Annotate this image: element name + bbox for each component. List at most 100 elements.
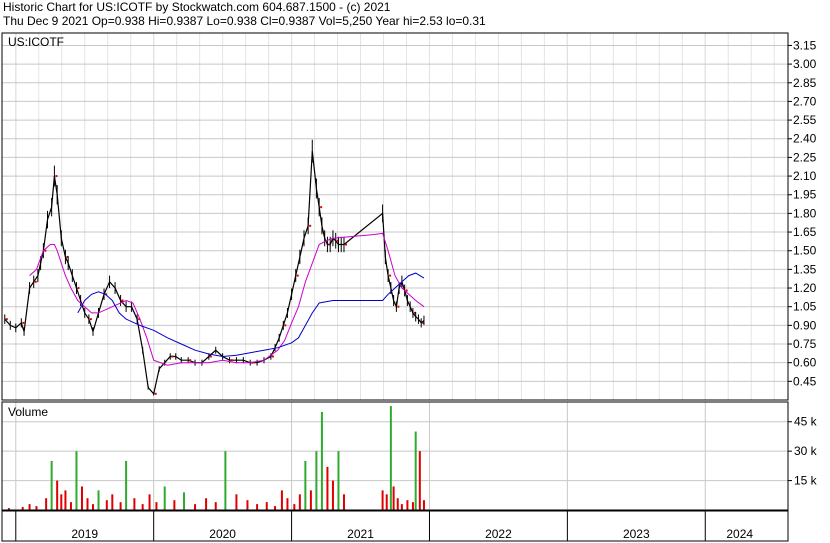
price-tick-label: 0.90 (793, 318, 817, 332)
volume-bar (309, 490, 312, 510)
volume-bar (35, 506, 38, 510)
year-tick-label: 2024 (726, 527, 753, 541)
volume-bar (342, 494, 345, 510)
volume-bar (64, 490, 67, 510)
price-tick-label: 3.15 (793, 38, 817, 52)
volume-bar (392, 486, 395, 510)
moving-average-short-line (29, 232, 425, 366)
volume-bar (320, 411, 323, 510)
volume-bar (337, 451, 340, 510)
date-axis-frame (1, 510, 789, 542)
price-close-dot (154, 392, 157, 395)
price-close-dot (22, 321, 25, 324)
price-close-dot (230, 359, 233, 362)
price-tick-label: 2.55 (793, 113, 817, 127)
price-close-dot (89, 318, 92, 321)
volume-bar (133, 498, 136, 510)
price-tick-label: 1.35 (793, 262, 817, 276)
volume-bar (274, 506, 277, 510)
volume-bar (173, 500, 176, 510)
price-close-dot (55, 175, 58, 178)
volume-bar (148, 494, 151, 510)
volume-bar (256, 504, 259, 510)
price-close-dot (296, 274, 299, 277)
volume-bar (265, 502, 268, 510)
price-tick-label: 1.50 (793, 244, 817, 258)
volume-bar (97, 490, 100, 510)
volume-bar (163, 486, 166, 510)
price-tick-label: 2.10 (793, 169, 817, 183)
price-tick-label: 0.75 (793, 337, 817, 351)
price-close-dot (34, 280, 37, 283)
volume-bar (304, 460, 307, 510)
volume-bar (280, 490, 283, 510)
stock-chart: 0.45 0.60 0.75 0.90 1.05 1.20 1.35 1.50 1.65 1.80… (1, 32, 818, 542)
volume-bar (60, 494, 63, 510)
volume-bar (111, 494, 114, 510)
price-close-dot (320, 206, 323, 209)
price-close-dot (271, 355, 274, 358)
volume-bar (406, 500, 409, 510)
volume-bar (45, 498, 48, 510)
price-close-dot (171, 355, 174, 358)
volume-bar (385, 494, 388, 510)
volume-bar (414, 431, 417, 510)
volume-tick-label: 15 k (794, 474, 818, 488)
volume-bar (381, 490, 384, 510)
price-tick-label: 1.95 (793, 188, 817, 202)
volume-bar (205, 498, 208, 510)
volume-bar (326, 466, 329, 510)
volume-tick-label: 45 k (794, 415, 818, 429)
volume-bar (418, 451, 421, 510)
volume-bar (422, 500, 425, 510)
price-series (4, 139, 425, 396)
price-tick-label: 3.00 (793, 57, 817, 71)
volume-bar (105, 500, 108, 510)
volume-bar (400, 504, 403, 510)
volume-bar (155, 502, 158, 510)
price-tick-label: 1.80 (793, 206, 817, 220)
volume-bar (224, 451, 227, 510)
price-tick-label: 1.65 (793, 225, 817, 239)
volume-bar (246, 500, 249, 510)
price-tick-label: 2.70 (793, 94, 817, 108)
price-panel-frame (1, 32, 789, 401)
price-close-dot (389, 274, 392, 277)
price-close-dot (209, 355, 212, 358)
price-tick-label: 2.40 (793, 132, 817, 146)
volume-bar (56, 480, 59, 510)
year-tick-label: 2023 (623, 527, 650, 541)
volume-bar (50, 460, 53, 510)
volume-bar (75, 451, 78, 510)
price-close-dot (189, 359, 192, 362)
price-tick-label: 0.60 (793, 356, 817, 370)
price-tick-label: 2.85 (793, 76, 817, 90)
volume-bar (194, 504, 197, 510)
volume-panel-frame (1, 401, 789, 511)
price-tick-label: 2.25 (793, 150, 817, 164)
year-tick-label: 2020 (209, 527, 236, 541)
price-close-dot (309, 224, 312, 227)
volume-bar (125, 460, 128, 510)
price-close-dot (77, 287, 80, 290)
volume-bar (235, 494, 238, 510)
volume-bar (86, 498, 89, 510)
price-close-dot (5, 318, 8, 321)
volume-bar (28, 504, 31, 510)
volume-bar (396, 498, 399, 510)
volume-bar (331, 480, 334, 510)
price-close-dot (121, 299, 124, 302)
price-panel-title: US:ICOTF (8, 35, 64, 49)
volume-panel-title: Volume (8, 405, 48, 419)
year-tick-label: 2022 (485, 527, 512, 541)
volume-grid (2, 402, 788, 510)
volume-bar (214, 502, 217, 510)
volume-bar (141, 504, 144, 510)
volume-bar (389, 406, 392, 510)
volume-bar (92, 504, 95, 510)
price-close-dot (344, 243, 347, 246)
volume-bar (119, 502, 122, 510)
year-tick-label: 2021 (347, 527, 374, 541)
year-tick-label: 2019 (71, 527, 98, 541)
price-tick-label: 1.20 (793, 281, 817, 295)
